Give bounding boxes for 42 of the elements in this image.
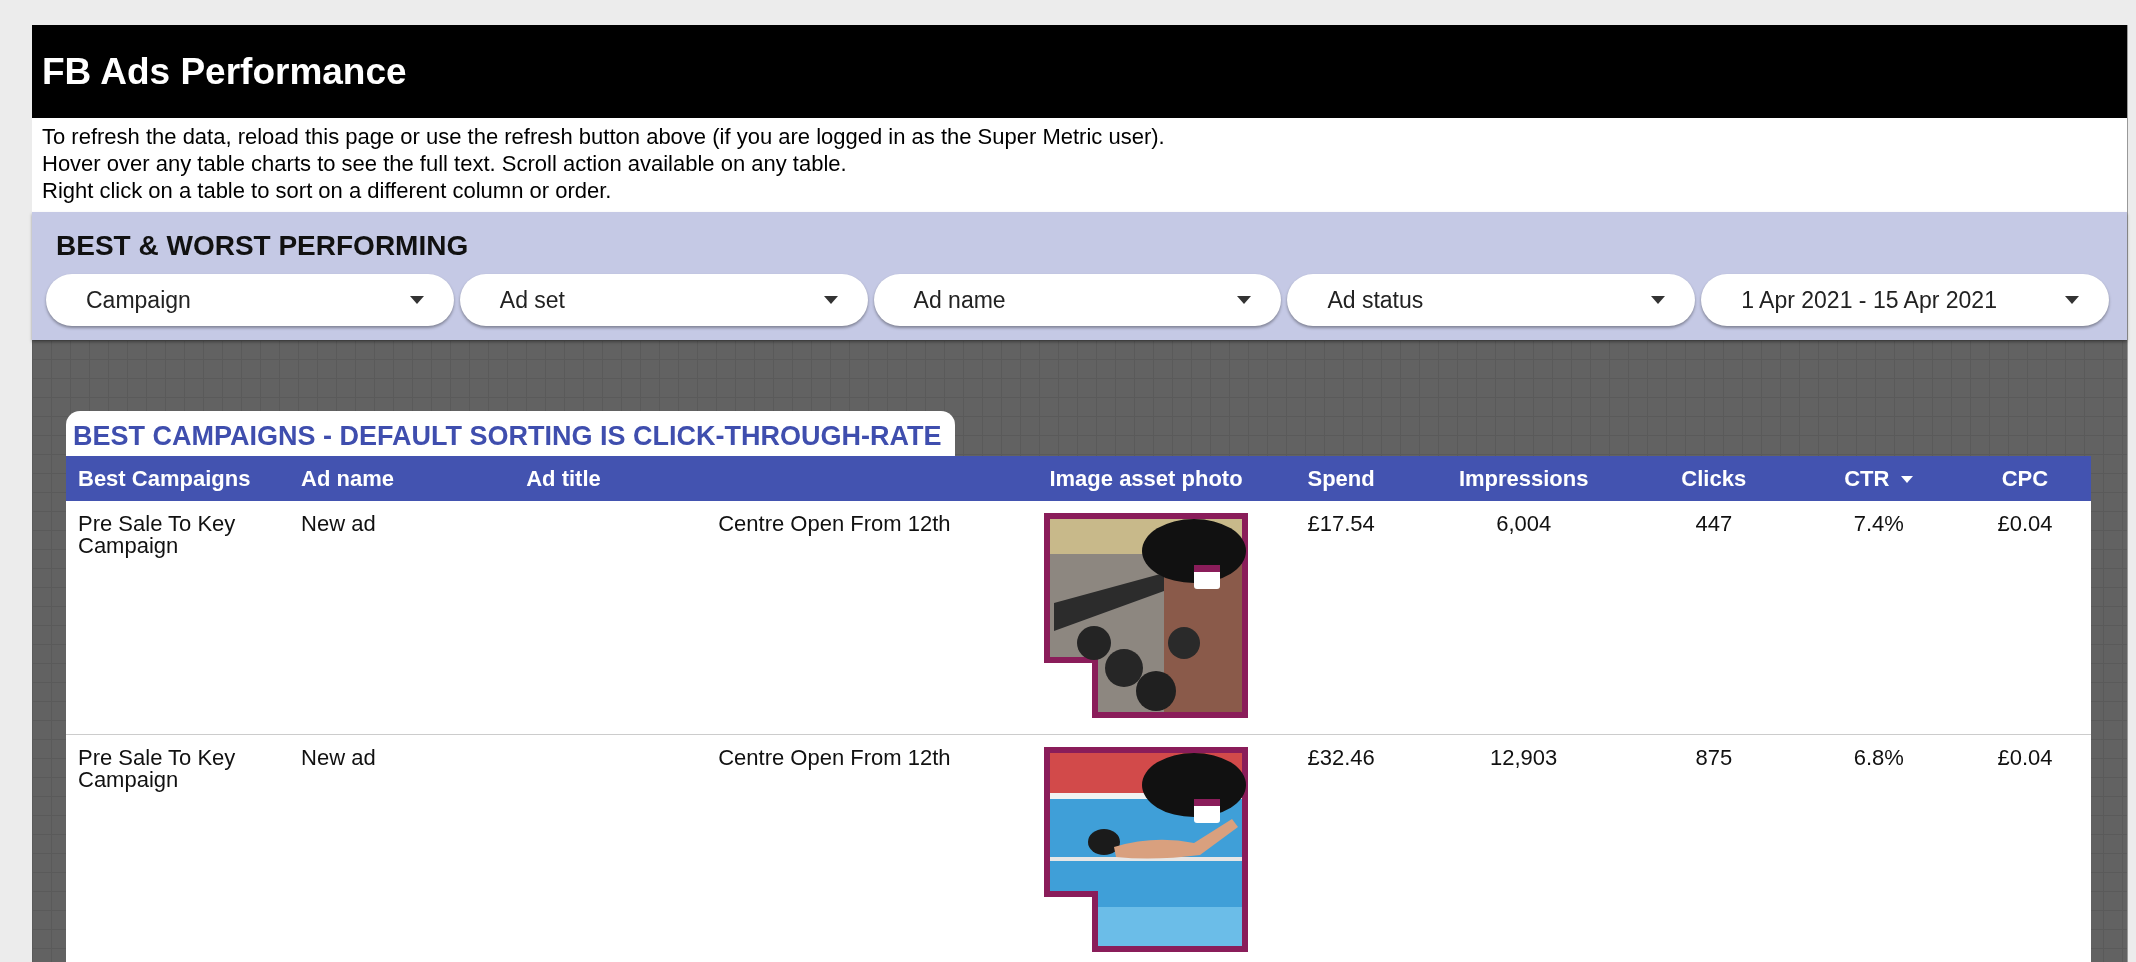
column-header[interactable]: Spend (1263, 456, 1419, 501)
caret-icon (2065, 296, 2079, 304)
table-title: BEST CAMPAIGNS - DEFAULT SORTING IS CLICK-THROUGH-RATE (66, 411, 956, 456)
filter-dropdown[interactable]: Ad set (459, 274, 868, 326)
section-title: BEST & WORST PERFORMING (55, 230, 470, 262)
table-cell: New ad (301, 745, 376, 770)
table-cell: 447 (1695, 511, 1733, 536)
table-cell: £0.04 (1997, 511, 2053, 536)
table-cell: 6.8% (1853, 745, 1904, 770)
column-header[interactable]: Impressions (1418, 456, 1629, 501)
column-header[interactable]: CTR (1798, 456, 1959, 501)
sort-descending-icon (1901, 476, 1914, 484)
table-cell: Centre Open From 12th (718, 511, 951, 536)
table-cell: Pre Sale To Key Campaign (78, 511, 236, 558)
filter-dropdown[interactable]: Ad name (873, 274, 1282, 326)
caret-icon (409, 296, 424, 304)
table-cell: Pre Sale To Key Campaign (78, 745, 236, 792)
instruction-text: Hover over any table charts to see the full text. Scroll action available on any table. (42, 150, 848, 177)
column-header[interactable]: Clicks (1628, 456, 1799, 501)
table-cell: 875 (1695, 745, 1733, 770)
table-cell: £0.04 (1997, 745, 2053, 770)
caret-icon (1651, 296, 1666, 304)
filter-dropdown[interactable]: Ad status (1287, 274, 1696, 326)
column-header[interactable]: Ad title (514, 456, 1029, 501)
table-cell: £32.46 (1307, 745, 1375, 770)
instruction-text: To refresh the data, reload this page or use the refresh button above (if you are logged in as the Super Metric user). (42, 123, 1166, 150)
table-cell: £17.54 (1307, 511, 1375, 536)
caret-icon (1237, 296, 1252, 304)
report-title: FB Ads Performance (42, 50, 407, 93)
table-cell: Centre Open From 12th (718, 745, 951, 770)
column-header[interactable]: CPC (1958, 456, 2091, 501)
column-header[interactable]: Best Campaigns (66, 456, 290, 501)
table-cell: 7.4% (1853, 511, 1904, 536)
caret-icon (823, 296, 838, 304)
table-cell: 6,004 (1496, 511, 1552, 536)
table-cell: 12,903 (1490, 745, 1558, 770)
column-header[interactable]: Image asset photo (1028, 456, 1264, 501)
filter-dropdown[interactable]: 1 Apr 2021 - 15 Apr 2021 (1701, 274, 2109, 326)
filter-dropdown[interactable]: Campaign (46, 274, 454, 326)
instruction-text: Right click on a table to sort on a different column or order. (42, 177, 613, 204)
column-header[interactable]: Ad name (289, 456, 515, 501)
table-cell: New ad (301, 511, 376, 536)
